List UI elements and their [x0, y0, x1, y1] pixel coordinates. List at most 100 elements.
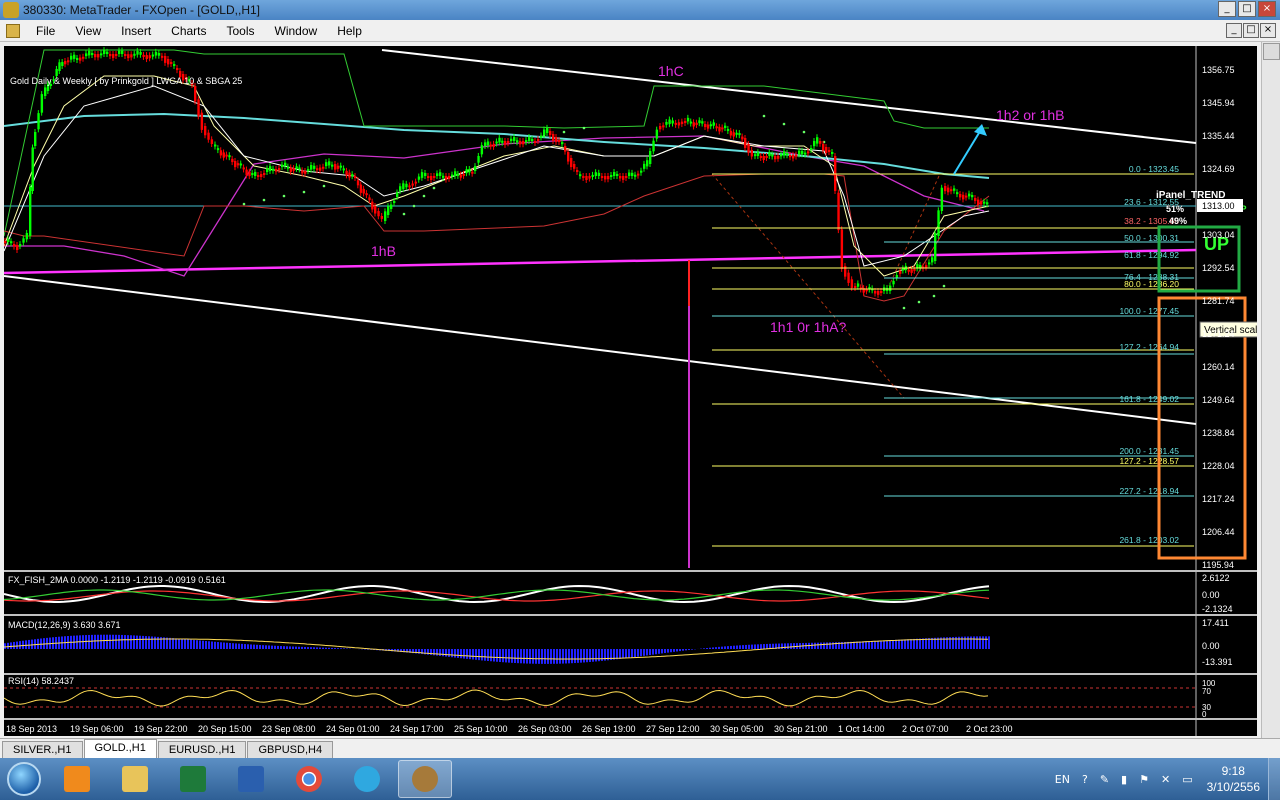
trend-line-upper[interactable] — [381, 49, 1197, 144]
fib-trend-line[interactable] — [711, 173, 905, 399]
start-button[interactable] — [0, 758, 48, 800]
panel-separator[interactable] — [4, 614, 1257, 616]
menu-tools[interactable]: Tools — [217, 24, 265, 38]
taskbar-media-player[interactable] — [50, 760, 104, 798]
fib-label: 261.8 - 1203.02 — [1119, 535, 1179, 545]
taskbar-internet-explorer[interactable] — [340, 760, 394, 798]
macd-bar — [922, 638, 924, 649]
candle-body — [433, 176, 436, 178]
candle-body — [489, 144, 493, 147]
tab-gold[interactable]: GOLD.,H1 — [83, 739, 157, 758]
macd-bar — [913, 638, 915, 649]
tab-gbpusd[interactable]: GBPUSD,H4 — [247, 741, 334, 758]
chart-minimize-button[interactable]: _ — [1226, 23, 1242, 38]
menu-window[interactable]: Window — [265, 24, 328, 38]
vertical-scrollbar[interactable] — [1261, 42, 1280, 738]
magenta-ma-line — [4, 248, 1197, 275]
macd-bar — [886, 640, 888, 649]
taskbar-excel[interactable] — [166, 760, 220, 798]
title-bar[interactable]: 380330: MetaTrader - FXOpen - [GOLD,,H1]… — [0, 0, 1280, 20]
candle-body — [97, 54, 100, 58]
taskbar-file-explorer[interactable] — [108, 760, 162, 798]
candle-body — [322, 166, 325, 169]
annotation-1h2-or-1hb[interactable]: 1h2 or 1hB — [996, 107, 1065, 123]
macd-bar — [148, 636, 150, 649]
tab-silver[interactable]: SILVER.,H1 — [2, 741, 83, 758]
menu-charts[interactable]: Charts — [161, 24, 216, 38]
scroll-up-arrow-icon[interactable] — [1263, 43, 1280, 60]
candle-body — [854, 286, 857, 288]
macd-bar — [892, 640, 894, 649]
rsi-axis-label: 0 — [1202, 710, 1207, 719]
menu-insert[interactable]: Insert — [111, 24, 161, 38]
taskbar-chrome[interactable] — [282, 760, 336, 798]
menu-view[interactable]: View — [65, 24, 111, 38]
power-icon[interactable]: ▭ — [1182, 773, 1192, 786]
macd-bar — [532, 649, 534, 664]
candle-body — [414, 181, 418, 184]
clock[interactable]: 9:18 3/10/2556 — [1207, 763, 1260, 795]
candle-body — [399, 186, 402, 191]
macd-bar — [865, 641, 867, 649]
candle-body — [600, 176, 604, 178]
candle-body — [901, 268, 905, 271]
chart-window-icon[interactable] — [6, 23, 20, 38]
panel-separator[interactable] — [4, 673, 1257, 675]
chart-close-button[interactable]: × — [1260, 23, 1276, 38]
candle-body — [272, 168, 275, 171]
taskbar-word[interactable] — [224, 760, 278, 798]
candle-body — [889, 285, 892, 291]
candle-body — [151, 54, 155, 57]
fish-axis-label: -2.1324 — [1202, 604, 1233, 614]
candle-body — [925, 265, 928, 268]
annotation-1h1-or-1ha[interactable]: 1h1 0r 1hA? — [770, 319, 846, 335]
annotation-1hc[interactable]: 1hC — [658, 63, 684, 79]
panel-separator[interactable] — [4, 570, 1257, 572]
macd-bar — [760, 644, 762, 649]
candle-body — [880, 291, 883, 293]
price-axis[interactable]: 1356.75 1345.94 1335.44 1324.69 1303.04 1292.… — [1202, 65, 1235, 570]
macd-bar — [181, 638, 183, 649]
macd-bar — [202, 640, 204, 649]
taskbar-metatrader[interactable] — [398, 760, 452, 798]
price-axis-label: 1281.74 — [1202, 296, 1235, 306]
chart-window[interactable]: 0.0 - 1323.45 23.6 - 1312.55 38.2 - 1305… — [4, 46, 1257, 736]
candle-body — [427, 176, 430, 178]
network-icon[interactable]: ▮ — [1121, 773, 1127, 786]
menu-file[interactable]: File — [26, 24, 65, 38]
language-indicator[interactable]: EN — [1055, 773, 1070, 786]
candle-body — [768, 152, 771, 156]
minimize-button[interactable]: _ — [1218, 1, 1236, 17]
maximize-button[interactable]: □ — [1238, 1, 1256, 17]
tab-eurusd[interactable]: EURUSD.,H1 — [157, 741, 247, 758]
candle-body — [504, 141, 507, 145]
flag-icon[interactable]: ⚑ — [1139, 773, 1149, 786]
tools-icon[interactable]: ✎ — [1100, 773, 1109, 786]
help-icon[interactable]: ? — [1082, 773, 1088, 786]
macd-bar — [667, 649, 669, 653]
close-button[interactable]: × — [1258, 1, 1276, 17]
candle-body — [937, 210, 940, 236]
up-arrow-icon[interactable] — [953, 127, 983, 175]
show-desktop-button[interactable] — [1268, 758, 1280, 800]
candle-body — [145, 55, 148, 60]
macd-bar — [907, 639, 909, 649]
candle-body — [7, 239, 10, 242]
macd-bar — [433, 649, 435, 656]
macd-bar — [496, 649, 498, 662]
annotation-1hb[interactable]: 1hB — [371, 243, 396, 259]
macd-bar — [85, 635, 87, 649]
chart-restore-button[interactable]: □ — [1243, 23, 1259, 38]
candle-body — [402, 183, 405, 190]
price-chart[interactable]: 0.0 - 1323.45 23.6 - 1312.55 38.2 - 1305… — [4, 46, 1257, 736]
candle-body — [756, 152, 760, 156]
time-axis[interactable]: 18 Sep 2013 19 Sep 06:00 19 Sep 22:00 20 Se… — [6, 724, 1013, 734]
macd-bar — [559, 649, 561, 664]
candle-body — [934, 233, 937, 261]
panel-separator[interactable] — [4, 718, 1257, 720]
candle-body — [164, 56, 167, 63]
macd-bar — [652, 649, 654, 655]
menu-help[interactable]: Help — [327, 24, 372, 38]
volume-muted-icon[interactable]: ✕ — [1161, 773, 1170, 786]
candle-body — [278, 168, 281, 170]
